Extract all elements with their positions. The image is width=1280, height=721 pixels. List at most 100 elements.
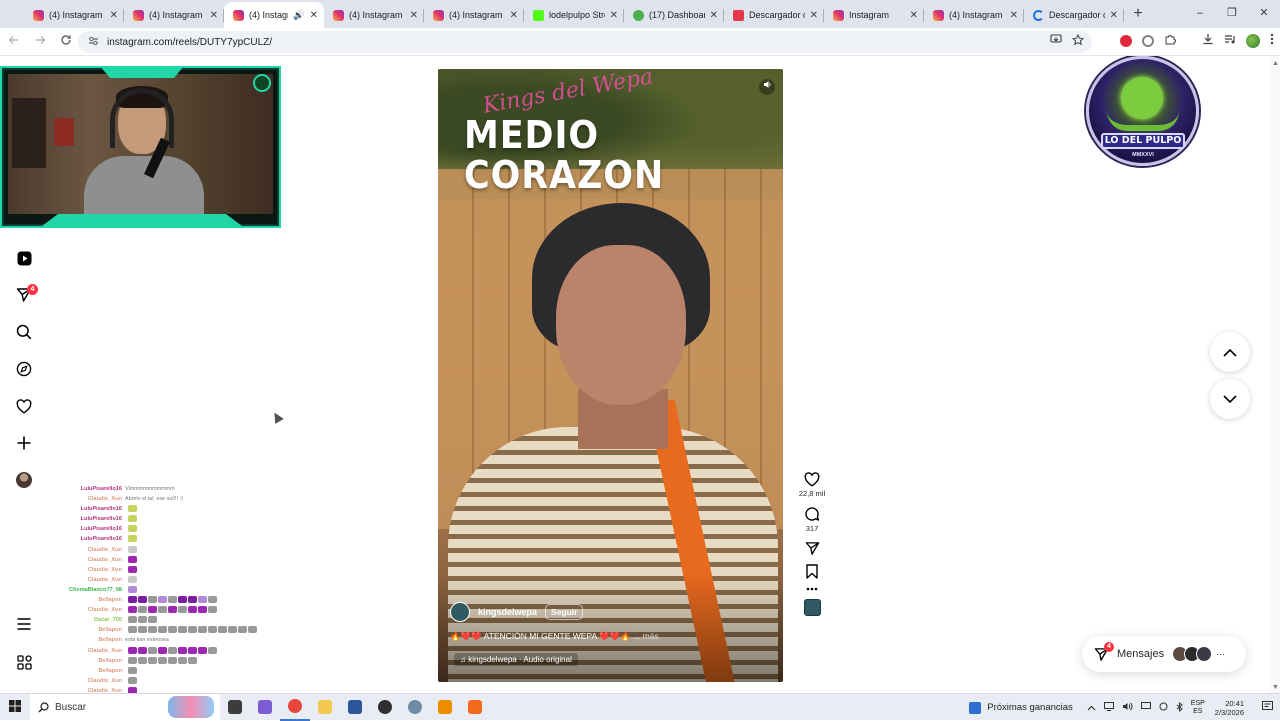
volume-icon[interactable] bbox=[1122, 702, 1133, 713]
avatar[interactable] bbox=[16, 472, 32, 488]
heart-icon[interactable] bbox=[14, 396, 34, 416]
taskbar-vlc[interactable] bbox=[430, 694, 460, 721]
close-tab-icon[interactable]: ✕ bbox=[410, 10, 418, 21]
start-button[interactable] bbox=[0, 699, 30, 715]
close-tab-icon[interactable]: ✕ bbox=[110, 10, 118, 21]
network-icon[interactable] bbox=[1103, 702, 1114, 713]
notifications-center-icon[interactable] bbox=[1254, 701, 1280, 714]
search-icon[interactable] bbox=[14, 322, 34, 342]
site-info-icon[interactable] bbox=[88, 36, 99, 49]
reel-video[interactable]: Kings del Wepa MEDIO CORAZON kingsdelwep… bbox=[438, 69, 783, 682]
input-language[interactable]: ESP ES bbox=[1191, 700, 1205, 716]
menu-icon[interactable] bbox=[14, 614, 34, 634]
news-text: Próximas ganancias bbox=[987, 702, 1073, 713]
like-action[interactable]: 22,8 mil bbox=[795, 472, 829, 498]
bluetooth-icon[interactable] bbox=[1176, 701, 1183, 714]
reels-icon[interactable] bbox=[14, 248, 34, 268]
browser-tab[interactable]: (4) Instagram ✕ bbox=[24, 2, 124, 28]
install-app-icon[interactable] bbox=[1050, 34, 1062, 49]
bookmark-star-icon[interactable] bbox=[1071, 33, 1085, 49]
opera-extension-icon[interactable] bbox=[1120, 34, 1132, 47]
scroll-down-icon[interactable]: ▼ bbox=[1272, 684, 1279, 691]
sync-icon[interactable] bbox=[1159, 702, 1168, 713]
browser-tab[interactable]: Descargador de ✕ bbox=[1024, 2, 1124, 28]
more-options-action[interactable] bbox=[795, 587, 829, 591]
close-tab-icon[interactable]: ✕ bbox=[910, 10, 918, 21]
new-tab-button[interactable]: + bbox=[1124, 2, 1152, 28]
share-action[interactable] bbox=[795, 541, 829, 556]
back-button[interactable] bbox=[2, 30, 26, 54]
minimize-button[interactable]: – bbox=[1184, 0, 1216, 28]
obs-icon bbox=[378, 700, 392, 714]
caption-more-link[interactable]: más bbox=[643, 631, 659, 641]
close-tab-icon[interactable]: ✕ bbox=[1110, 10, 1118, 21]
close-tab-icon[interactable]: ✕ bbox=[510, 10, 518, 21]
chrome-menu-icon[interactable] bbox=[1270, 33, 1274, 48]
compass-icon[interactable] bbox=[14, 359, 34, 379]
close-tab-icon[interactable]: ✕ bbox=[710, 10, 718, 21]
downloads-icon[interactable] bbox=[1202, 33, 1214, 48]
plus-icon[interactable] bbox=[14, 433, 34, 453]
author-avatar[interactable] bbox=[450, 602, 470, 622]
comment-action[interactable]: 317 bbox=[795, 506, 829, 533]
taskbar-file-explorer[interactable] bbox=[310, 694, 340, 721]
chat-message: Bellapon esta kan esteosea bbox=[66, 635, 276, 645]
previous-reel-button[interactable] bbox=[1210, 332, 1250, 372]
reload-button[interactable] bbox=[54, 30, 78, 54]
close-tab-icon[interactable]: ✕ bbox=[810, 10, 818, 21]
emote-icon bbox=[148, 606, 157, 614]
close-tab-icon[interactable]: ✕ bbox=[210, 10, 218, 21]
browser-tab[interactable]: Descargador de ✕ bbox=[724, 2, 824, 28]
extension-icon[interactable] bbox=[1142, 34, 1154, 47]
reel-caption[interactable]: 🔥❤️❤️ ATENCIÓN MI GENTE WEPA ❤️❤️🔥 ... m… bbox=[450, 631, 659, 642]
webcam-frame-top bbox=[100, 68, 184, 78]
tray-chevron-up-icon[interactable] bbox=[1087, 703, 1096, 713]
save-action[interactable] bbox=[795, 564, 829, 579]
taskbar-clock[interactable]: 20:41 2/3/2026 bbox=[1215, 699, 1244, 717]
chat-emotes bbox=[128, 605, 218, 615]
taskbar-task-view[interactable] bbox=[220, 694, 250, 721]
media-controls-icon[interactable] bbox=[1224, 33, 1236, 48]
extensions-puzzle-icon[interactable] bbox=[1164, 33, 1176, 48]
reel-audio-link[interactable]: ♫ kingsdelwepa · Audio original bbox=[454, 653, 578, 666]
address-bar[interactable]: instagram.com/reels/DUTY7ypCULZ/ bbox=[78, 31, 1092, 53]
browser-tab[interactable]: (4) Instagram ✕ bbox=[124, 2, 224, 28]
taskbar-obs[interactable] bbox=[370, 694, 400, 721]
taskbar-app-steam[interactable] bbox=[400, 694, 430, 721]
url-text[interactable]: instagram.com/reels/DUTY7ypCULZ/ bbox=[107, 37, 272, 48]
next-reel-button[interactable] bbox=[1210, 379, 1250, 419]
taskbar-app-orange[interactable] bbox=[460, 694, 490, 721]
display-icon[interactable] bbox=[1140, 702, 1151, 713]
messages-widget[interactable]: 4 Mensajes ··· bbox=[1082, 636, 1246, 672]
news-widget[interactable]: Próximas ganancias bbox=[969, 701, 1073, 714]
browser-tab[interactable]: (4) Instagram 🔊 ✕ bbox=[224, 2, 324, 28]
meta-apps-icon[interactable] bbox=[14, 652, 34, 672]
close-window-button[interactable]: ✕ bbox=[1248, 0, 1280, 28]
browser-tab[interactable]: (4) Instagram ✕ bbox=[424, 2, 524, 28]
forward-button[interactable] bbox=[28, 30, 52, 54]
follow-button[interactable]: Seguir bbox=[545, 604, 584, 620]
close-tab-icon[interactable]: ✕ bbox=[310, 10, 318, 21]
maximize-button[interactable]: ❐ bbox=[1216, 0, 1248, 28]
search-highlight-image bbox=[168, 695, 214, 718]
close-tab-icon[interactable]: ✕ bbox=[610, 10, 618, 21]
browser-tab[interactable]: (4) Instagram ✕ bbox=[324, 2, 424, 28]
audio-toggle-icon[interactable] bbox=[759, 79, 775, 95]
taskbar-chrome[interactable] bbox=[280, 694, 310, 721]
browser-tab[interactable]: (4) Instagram ✕ bbox=[924, 2, 1024, 28]
browser-tab[interactable]: lodelpulpo Stre ✕ bbox=[524, 2, 624, 28]
scroll-up-icon[interactable]: ▲ bbox=[1272, 60, 1279, 67]
taskbar-word[interactable] bbox=[340, 694, 370, 721]
chat-emotes bbox=[128, 595, 218, 605]
audio-thumbnail[interactable] bbox=[803, 599, 821, 616]
author-username[interactable]: kingsdelwepa bbox=[478, 607, 537, 617]
tab-audio-icon[interactable]: 🔊 bbox=[293, 10, 304, 21]
profile-avatar[interactable] bbox=[1246, 33, 1260, 48]
taskbar-search[interactable]: Buscar bbox=[30, 693, 220, 721]
page-scrollbar[interactable]: ▲ ▼ bbox=[1270, 56, 1280, 693]
browser-tab[interactable]: Instagram ✕ bbox=[824, 2, 924, 28]
emote-icon bbox=[128, 575, 137, 583]
browser-tab[interactable]: (17) Dashboard ✕ bbox=[624, 2, 724, 28]
taskbar-copilot[interactable] bbox=[250, 694, 280, 721]
close-tab-icon[interactable]: ✕ bbox=[1010, 10, 1018, 21]
